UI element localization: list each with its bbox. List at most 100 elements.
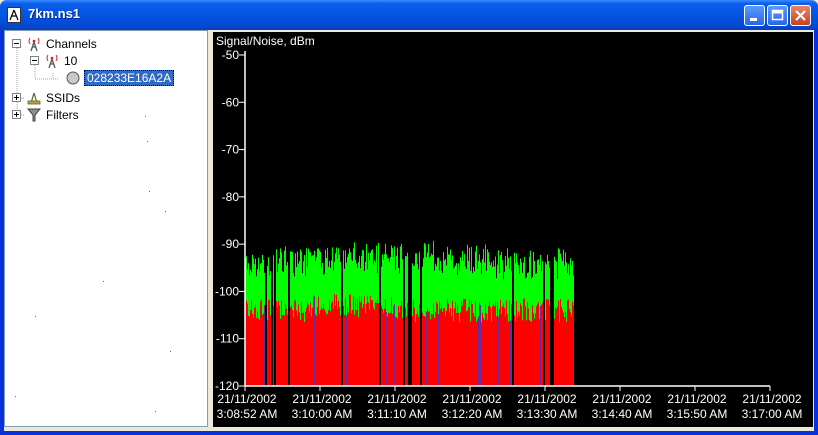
noise-bar: [355, 298, 356, 386]
noise-bar: [261, 298, 262, 386]
noise-bar: [405, 308, 406, 386]
noise-bar: [461, 301, 462, 386]
noise-bar: [260, 301, 261, 386]
noise-bar: [446, 310, 447, 386]
noise-bar: [340, 315, 341, 386]
noise-bar: [378, 303, 379, 386]
noise-bar: [462, 305, 463, 386]
noise-bar: [322, 308, 323, 386]
noise-bar: [299, 312, 300, 386]
noise-bar: [467, 310, 468, 386]
noise-bar: [267, 320, 268, 386]
noise-bar: [332, 301, 333, 386]
noise-bar: [307, 300, 308, 386]
tree-item-channels[interactable]: Channels: [12, 36, 202, 52]
noise-bar: [566, 321, 567, 386]
pixel-speck: [155, 411, 156, 412]
noise-bar: [474, 316, 475, 386]
noise-bar: [443, 308, 444, 386]
noise-bar: [334, 294, 335, 386]
noise-bar: [477, 318, 478, 386]
noise-bar: [344, 314, 345, 386]
noise-bar: [376, 303, 377, 386]
collapse-toggle[interactable]: [30, 56, 39, 65]
minimize-button[interactable]: [744, 5, 765, 26]
noise-bar: [565, 311, 566, 386]
noise-bar: [528, 308, 529, 386]
noise-bar: [458, 312, 459, 386]
noise-bar: [373, 307, 374, 386]
x-tick-date: 21/11/2002: [592, 392, 651, 406]
tree-item-filters[interactable]: Filters: [12, 107, 202, 123]
noise-bar: [375, 301, 376, 386]
noise-bar: [400, 306, 401, 386]
x-tick-date: 21/11/2002: [292, 392, 351, 406]
noise-bar: [319, 314, 320, 386]
pixel-speck: [149, 191, 150, 192]
expand-toggle[interactable]: [12, 93, 21, 102]
antenna-icon: [26, 36, 42, 52]
noise-bar: [502, 306, 503, 386]
pixel-speck: [147, 141, 148, 142]
noise-bar: [450, 308, 451, 386]
noise-bar: [333, 308, 334, 386]
noise-bar: [440, 308, 441, 386]
maximize-button[interactable]: [767, 5, 788, 26]
noise-bar: [499, 309, 500, 386]
noise-bar: [546, 299, 547, 386]
noise-bar: [317, 306, 318, 386]
noise-bar: [542, 302, 543, 386]
noise-bar: [273, 305, 274, 386]
noise-bar: [503, 303, 504, 386]
tree-item-mac[interactable]: 028233E16A2A: [65, 70, 205, 86]
noise-bar: [313, 293, 314, 386]
noise-bar: [518, 311, 519, 386]
tree-item-ssids[interactable]: SSIDs: [12, 90, 202, 106]
x-tick-date: 21/11/2002: [667, 392, 726, 406]
title-bar[interactable]: 7km.ns1: [0, 0, 818, 30]
noise-bar: [531, 321, 532, 386]
noise-bar: [280, 318, 281, 386]
noise-bar: [336, 294, 337, 386]
noise-bar: [507, 314, 508, 386]
noise-bar: [439, 301, 440, 386]
x-tick-time: 3:11:10 AM: [367, 407, 427, 421]
noise-bar: [324, 309, 325, 386]
tree-view[interactable]: Channels 10 028233E16A2A SSIDs Filters: [4, 30, 208, 427]
noise-bar: [326, 314, 327, 386]
noise-bar: [392, 314, 393, 386]
x-tick-time: 3:17:00 AM: [742, 407, 803, 421]
noise-bar: [505, 315, 506, 386]
close-button[interactable]: [790, 5, 811, 26]
noise-bar: [362, 307, 363, 386]
noise-bar: [399, 312, 400, 386]
noise-bar: [481, 322, 482, 386]
noise-bar: [364, 296, 365, 386]
noise-bar: [536, 306, 537, 386]
noise-bar: [366, 303, 367, 386]
noise-bar: [250, 310, 251, 386]
noise-bar: [457, 304, 458, 386]
noise-bar: [454, 308, 455, 386]
noise-bar: [323, 304, 324, 386]
noise-bar: [445, 316, 446, 386]
noise-bar: [564, 317, 565, 386]
noise-bar: [321, 307, 322, 386]
tree-item-channel-10[interactable]: 10: [30, 53, 200, 69]
noise-bar: [292, 309, 293, 386]
document-icon: [7, 7, 21, 23]
noise-bar: [463, 298, 464, 386]
noise-bar: [353, 295, 354, 386]
noise-bar: [508, 321, 509, 386]
collapse-toggle[interactable]: [12, 39, 21, 48]
noise-bar: [356, 310, 357, 386]
noise-bar: [562, 309, 563, 386]
noise-bar: [492, 305, 493, 386]
noise-bar: [433, 303, 434, 386]
x-tick-time: 3:14:40 AM: [592, 407, 653, 421]
noise-bar: [387, 316, 388, 386]
expand-toggle[interactable]: [12, 110, 21, 119]
noise-bar: [557, 306, 558, 386]
noise-bar: [351, 313, 352, 386]
noise-bar: [472, 304, 473, 386]
